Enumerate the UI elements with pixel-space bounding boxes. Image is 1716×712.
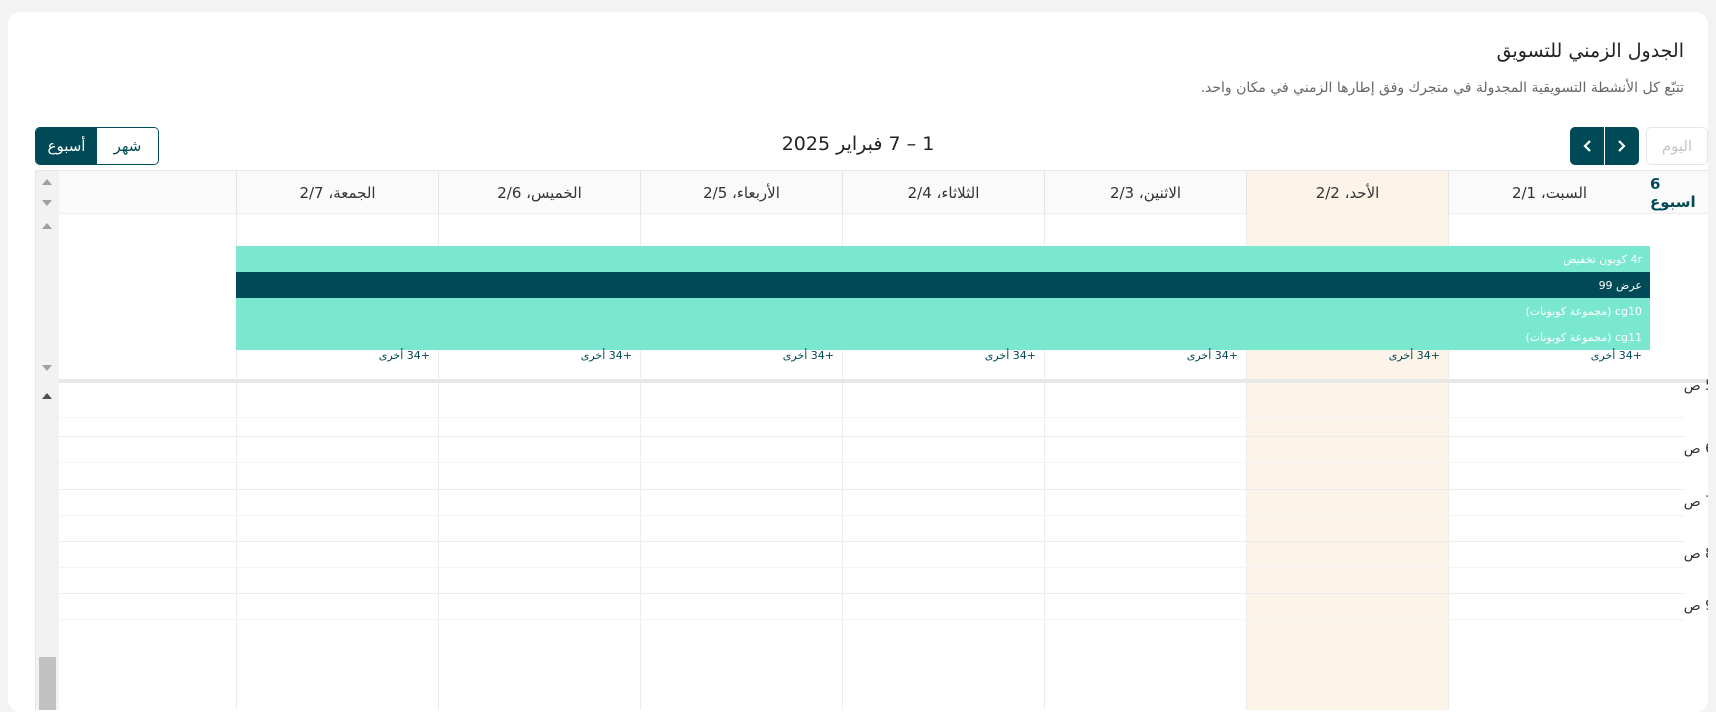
half-hour-line [59,417,1684,418]
marketing-timeline-card: الجدول الزمني للتسويق تتبّع كل الأنشطة ا… [8,12,1708,712]
day-header[interactable]: الثلاثاء، 2/4 [842,171,1044,214]
time-slot-label: 6 ص [1683,441,1708,457]
half-hour-line [59,462,1684,463]
date-range-title: 1 – 7 فبراير 2025 [781,133,935,155]
allday-scroll-up-icon[interactable] [42,223,52,229]
all-day-event[interactable]: 4r كوبون تخفيض [236,246,1650,272]
more-events-link[interactable]: +34 أخرى [1187,349,1238,362]
hour-line [59,541,1684,542]
week-calendar: السبت، 2/1 الأحد، 2/2 الاثنين، 2/3 الثلاثاء… [35,170,1708,710]
time-slot-label: 9 ص [1683,598,1708,614]
more-events-link[interactable]: +34 أخرى [1389,349,1440,362]
scroll-up-icon[interactable] [42,179,52,185]
month-view-button[interactable]: شهر [97,128,158,164]
half-hour-line [59,619,1684,620]
scroll-down-icon[interactable] [42,200,52,206]
scrollbar-thumb[interactable] [39,657,56,710]
day-header[interactable]: الأحد، 2/2 [1246,171,1448,214]
time-slot-label: 8 ص [1683,546,1708,562]
day-header[interactable]: الخميس، 2/6 [438,171,640,214]
all-day-event[interactable]: cg10 (مجموعة كوبونات) [236,298,1650,324]
page-subtitle: تتبّع كل الأنشطة التسويقية المجدولة في م… [1200,80,1684,96]
day-header[interactable]: الأربعاء، 2/5 [640,171,842,214]
half-hour-line [59,515,1684,516]
week-number: 6 اسبوع [1650,174,1696,211]
time-slot-label: 5 ص [1683,378,1708,394]
all-day-divider [59,379,1708,383]
half-hour-line [59,567,1684,568]
hour-line [59,436,1684,437]
day-header[interactable]: السبت، 2/1 [1448,171,1650,214]
day-header[interactable]: الاثنين، 2/3 [1044,171,1246,214]
day-header-row: السبت، 2/1 الأحد، 2/2 الاثنين، 2/3 الثلاثاء… [59,171,1708,214]
all-day-event[interactable]: عرض 99 [236,272,1650,298]
day-header[interactable]: الجمعة، 2/7 [236,171,438,214]
time-slot-label: 7 ص [1683,494,1708,510]
more-events-link[interactable]: +34 أخرى [581,349,632,362]
week-view-button[interactable]: أسبوع [36,128,97,164]
calendar-toolbar: اليوم 1 – 7 فبراير 2025 أسبوع شهر [8,125,1708,165]
hour-line [59,489,1684,490]
hour-line [59,593,1684,594]
more-events-link[interactable]: +34 أخرى [1591,349,1642,362]
page-title: الجدول الزمني للتسويق [1496,40,1684,62]
vertical-scrollbar[interactable] [36,171,59,710]
timegrid-scroll-up-icon[interactable] [42,393,52,399]
more-events-link[interactable]: +34 أخرى [783,349,834,362]
more-events-link[interactable]: +34 أخرى [379,349,430,362]
more-events-link[interactable]: +34 أخرى [985,349,1036,362]
view-toggle: أسبوع شهر [35,127,159,165]
allday-scroll-down-icon[interactable] [42,365,52,371]
all-day-event[interactable]: cg11 (مجموعة كوبونات) [236,324,1650,350]
